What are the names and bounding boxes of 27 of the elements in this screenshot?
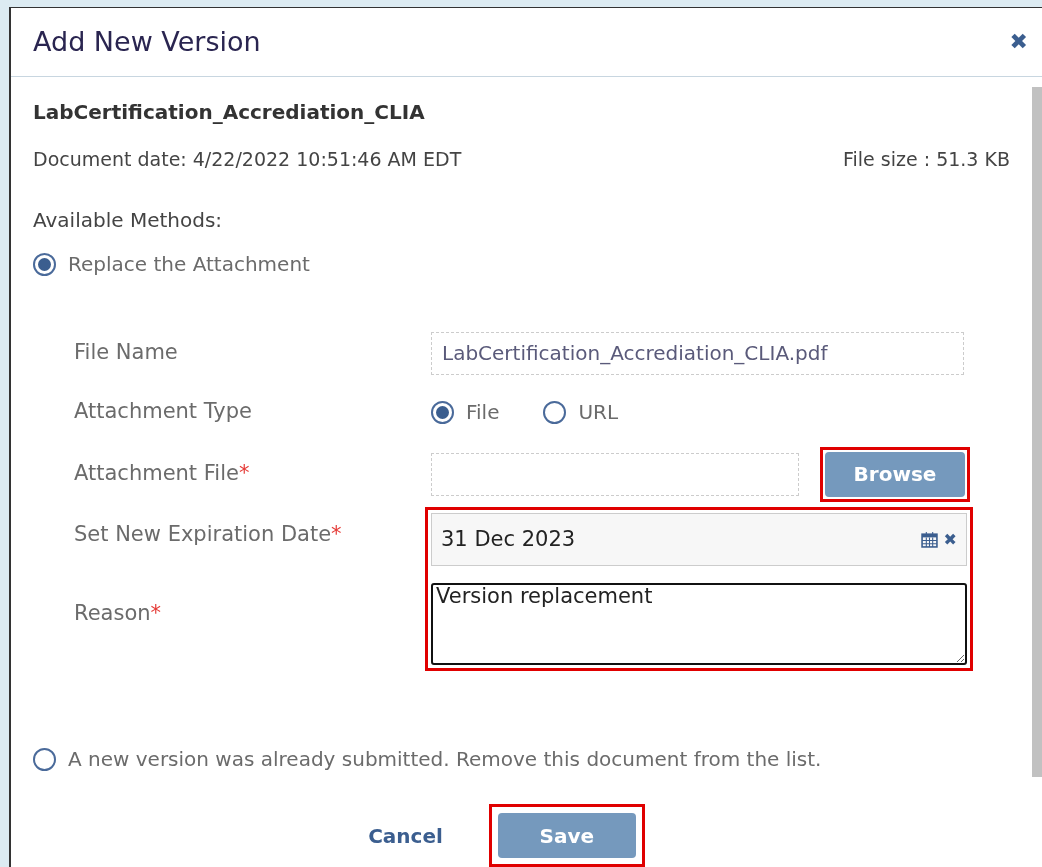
type-option[interactable]: File xyxy=(466,397,500,427)
method-option[interactable]: Replace the Attachment xyxy=(68,249,310,279)
field-label: Reason* xyxy=(74,600,162,628)
field-label: File Name xyxy=(74,339,178,367)
field-label: Attachment Type xyxy=(74,398,253,426)
radio-button[interactable] xyxy=(33,747,56,771)
type-option[interactable]: URL xyxy=(578,397,619,427)
reason-field[interactable]: Version replacement xyxy=(431,583,967,665)
clear-button[interactable]: ✖ xyxy=(943,527,957,552)
file-size: File size : 51.3 KB xyxy=(843,146,1010,172)
method-option[interactable]: A new version was already submitted. Remove this document from the list. xyxy=(68,744,822,774)
cancel-button[interactable]: Cancel xyxy=(368,820,443,851)
scrollbar[interactable] xyxy=(1032,86,1042,777)
methods-label: Available Methods: xyxy=(33,207,224,234)
attachment-file-field[interactable] xyxy=(431,452,799,496)
date-field[interactable]: 31 Dec 2023 ✖ xyxy=(431,513,967,566)
field-label: Set New Expiration Date* xyxy=(74,521,342,549)
document-name: LabCertification_Accrediation_CLIA xyxy=(33,98,426,126)
dialog-title: Add New Version xyxy=(33,24,261,59)
field-label: Attachment File* xyxy=(74,460,250,488)
close-button[interactable]: ✖ xyxy=(1009,25,1028,59)
radio-button[interactable] xyxy=(431,400,454,424)
file-name-field[interactable]: LabCertification_Accrediation_CLIA.pdf xyxy=(431,331,964,375)
radio-button[interactable] xyxy=(543,400,567,424)
radio-button[interactable] xyxy=(33,252,56,276)
document-date: Document date: 4/22/2022 10:51:46 AM EDT xyxy=(33,146,462,172)
calendar-icon[interactable] xyxy=(920,531,938,548)
